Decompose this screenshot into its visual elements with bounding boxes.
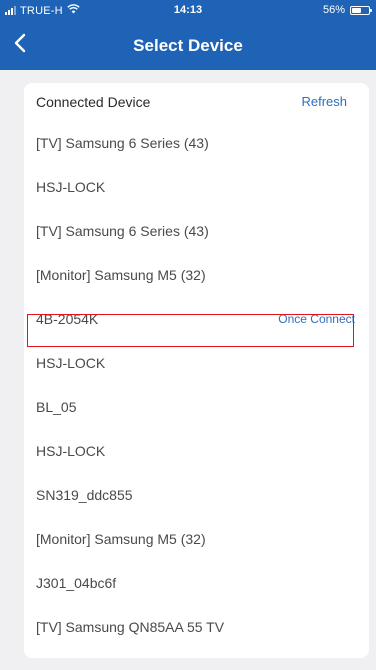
device-row[interactable]: [TV] Samsung 6 Series (43): [24, 121, 369, 165]
device-row[interactable]: [TV] Samsung QN85AA 55 TV: [24, 605, 369, 649]
card-title: Connected Device: [36, 94, 151, 110]
battery-percent: 56%: [322, 4, 345, 16]
device-name: [Monitor] Samsung M5 (32): [36, 267, 206, 283]
device-name: [TV] Samsung 6 Series (43): [36, 223, 209, 239]
device-name: HSJ-LOCK: [36, 443, 106, 459]
device-list: [TV] Samsung 6 Series (43) HSJ-LOCK [TV] S…: [24, 121, 369, 649]
device-name: SN319_ddc855: [36, 487, 133, 503]
status-time: 14:13: [173, 4, 203, 16]
device-row[interactable]: [Monitor] Samsung M5 (32): [24, 517, 369, 561]
device-row[interactable]: HSJ-LOCK: [24, 341, 369, 385]
nav-bar: Select Device: [0, 22, 376, 68]
device-row[interactable]: 4B-2054K Once Connect: [24, 297, 369, 341]
device-card: Connected Device Refresh [TV] Samsung 6 …: [24, 83, 369, 658]
device-row[interactable]: J301_04bc6f: [24, 561, 369, 605]
device-name: HSJ-LOCK: [36, 179, 106, 195]
device-name: HSJ-LOCK: [36, 355, 106, 371]
app-header: TRUE-H 14:13 56% Select Device: [0, 0, 376, 70]
device-name: J301_04bc6f: [36, 575, 117, 591]
device-name: [Monitor] Samsung M5 (32): [36, 531, 206, 547]
device-name: [TV] Samsung 6 Series (43): [36, 135, 209, 151]
device-row[interactable]: HSJ-LOCK: [24, 165, 369, 209]
device-row[interactable]: SN319_ddc855: [24, 473, 369, 517]
refresh-button[interactable]: Refresh: [301, 94, 347, 109]
once-connect-label[interactable]: Once Connect: [278, 297, 355, 341]
device-name: [TV] Samsung QN85AA 55 TV: [36, 619, 225, 635]
status-right: 56%: [322, 4, 372, 16]
device-row[interactable]: BL_05: [24, 385, 369, 429]
device-name: BL_05: [36, 399, 77, 415]
device-row[interactable]: HSJ-LOCK: [24, 429, 369, 473]
device-name: 4B-2054K: [36, 311, 99, 327]
device-row[interactable]: [Monitor] Samsung M5 (32): [24, 253, 369, 297]
status-bar: TRUE-H 14:13 56%: [0, 0, 376, 20]
page-title: Select Device: [133, 36, 243, 55]
card-header: Connected Device Refresh: [24, 83, 369, 121]
device-row[interactable]: [TV] Samsung 6 Series (43): [24, 209, 369, 253]
battery-icon: [350, 5, 372, 15]
